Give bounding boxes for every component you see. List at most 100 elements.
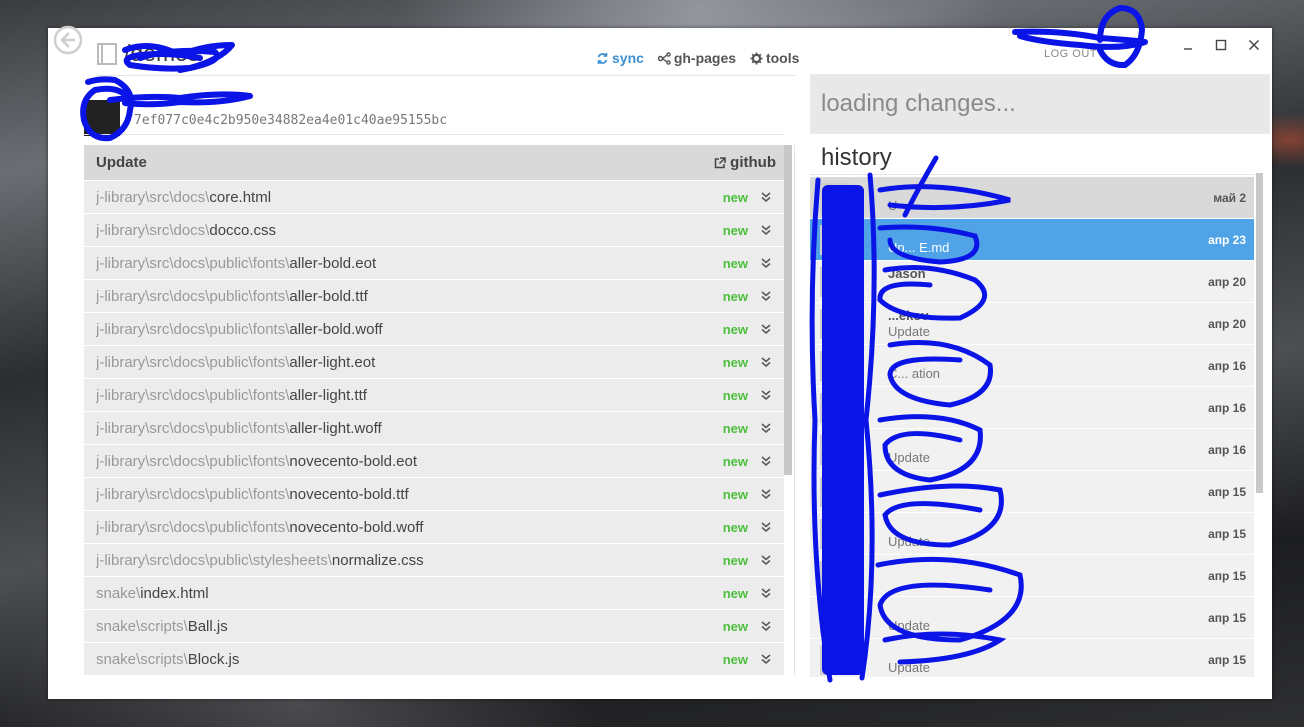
author-avatar	[820, 645, 850, 675]
file-path: j-library\src\docs\public\fonts\aller-li…	[96, 354, 716, 371]
history-item[interactable]: Update апр 15	[810, 639, 1254, 677]
history-item[interactable]: ...ekov Update апр 20	[810, 303, 1254, 344]
chevron-down-icon[interactable]	[760, 587, 772, 599]
history-date: апр 15	[1208, 653, 1246, 667]
chevron-down-icon[interactable]	[760, 290, 772, 302]
file-row[interactable]: snake\scripts\Ball.js new	[84, 610, 784, 642]
file-path: j-library\src\docs\public\fonts\novecent…	[96, 486, 716, 503]
file-row[interactable]: j-library\src\docs\public\fonts\aller-li…	[84, 346, 784, 378]
file-status-badge: new	[722, 585, 748, 601]
history-item[interactable]: Update апр 16	[810, 429, 1254, 470]
file-row[interactable]: j-library\src\docs\public\fonts\novecent…	[84, 478, 784, 510]
file-path: snake\index.html	[96, 585, 716, 602]
chevron-down-icon[interactable]	[760, 191, 772, 203]
chevron-down-icon[interactable]	[760, 389, 772, 401]
chevron-down-icon[interactable]	[760, 422, 772, 434]
file-row[interactable]: j-library\src\docs\public\stylesheets\no…	[84, 544, 784, 576]
file-name: novecento-bold.ttf	[289, 485, 409, 503]
file-path: j-library\src\docs\public\fonts\aller-bo…	[96, 321, 716, 338]
author-avatar	[820, 393, 850, 423]
file-dir: j-library\src\docs\public\fonts\	[96, 419, 290, 437]
file-status-badge: new	[722, 453, 748, 469]
author-avatar	[820, 603, 850, 633]
branch-icon	[657, 51, 671, 65]
chevron-down-icon[interactable]	[760, 323, 772, 335]
history-divider	[810, 174, 1255, 175]
chevron-down-icon[interactable]	[760, 356, 772, 368]
back-arrow-icon[interactable]	[53, 25, 83, 55]
file-row[interactable]: j-library\src\docs\docco.css new	[84, 214, 784, 246]
history-date: апр 23	[1208, 233, 1246, 247]
history-author: ...ekov	[888, 308, 929, 323]
close-icon[interactable]	[1247, 38, 1261, 52]
maximize-icon[interactable]	[1214, 38, 1228, 52]
author-avatar	[820, 477, 850, 507]
file-path: snake\scripts\Ball.js	[96, 618, 716, 635]
minimize-icon[interactable]	[1181, 38, 1195, 52]
history-author: Jason	[888, 266, 926, 281]
file-row[interactable]: j-library\src\docs\public\fonts\aller-bo…	[84, 313, 784, 345]
file-path: j-library\src\docs\public\fonts\novecent…	[96, 519, 716, 536]
chevron-down-icon[interactable]	[760, 620, 772, 632]
gear-icon	[750, 52, 763, 64]
tools-link[interactable]: tools	[750, 50, 799, 66]
history-item[interactable]: апр 15	[810, 555, 1254, 596]
file-row[interactable]: snake\index.html new	[84, 577, 784, 609]
chevron-down-icon[interactable]	[760, 521, 772, 533]
tools-label: tools	[765, 50, 800, 66]
file-row[interactable]: j-library\src\docs\public\fonts\aller-bo…	[84, 247, 784, 279]
file-status-badge: new	[722, 519, 748, 535]
chevron-down-icon[interactable]	[760, 554, 772, 566]
external-link-icon	[714, 156, 726, 168]
file-path: snake\scripts\Block.js	[96, 651, 716, 668]
chevron-down-icon[interactable]	[760, 224, 772, 236]
history-scrollbar[interactable]	[1256, 173, 1263, 493]
file-dir: snake\scripts\	[96, 650, 188, 668]
commit-avatar	[84, 100, 120, 136]
file-name: aller-light.woff	[289, 419, 382, 437]
author-avatar	[820, 561, 850, 591]
history-item[interactable]: Update апр 15	[810, 513, 1254, 554]
file-dir: j-library\src\docs\	[96, 221, 210, 239]
file-row[interactable]: j-library\src\docs\core.html new	[84, 181, 784, 213]
repo-icon	[97, 43, 117, 65]
file-row[interactable]: j-library\src\docs\public\fonts\novecent…	[84, 445, 784, 477]
history-item[interactable]: апр 16	[810, 387, 1254, 428]
history-item[interactable]: C... ation апр 16	[810, 345, 1254, 386]
history-message: Update	[888, 534, 930, 549]
file-row[interactable]: j-library\src\docs\public\fonts\aller-li…	[84, 379, 784, 411]
history-message: Update	[888, 660, 930, 675]
history-item[interactable]: Up... E.md апр 23	[810, 219, 1254, 260]
chevron-down-icon[interactable]	[760, 488, 772, 500]
github-link[interactable]: github	[714, 154, 776, 171]
commit-divider	[84, 134, 784, 135]
loading-changes-text: loading changes...	[821, 90, 1016, 117]
sync-label: sync	[612, 50, 644, 66]
file-row[interactable]: j-library\src\docs\public\fonts\aller-bo…	[84, 280, 784, 312]
history-date: апр 20	[1208, 317, 1246, 331]
file-name: docco.css	[209, 221, 277, 239]
history-item[interactable]: Update апр 15	[810, 597, 1254, 638]
chevron-down-icon[interactable]	[760, 653, 772, 665]
logout-link[interactable]: LOG OUT	[1044, 48, 1097, 60]
file-name: aller-light.ttf	[289, 386, 367, 404]
file-dir: j-library\src\docs\public\fonts\	[96, 485, 290, 503]
file-row[interactable]: snake\scripts\Block.js new	[84, 643, 784, 675]
history-item[interactable]: Uмай 2	[810, 177, 1254, 218]
file-path: j-library\src\docs\public\fonts\aller-li…	[96, 420, 716, 437]
chevron-down-icon[interactable]	[760, 455, 772, 467]
history-message: U	[888, 198, 898, 213]
commit-sha[interactable]: 7ef077c0e4c2b950e34882ea4e01c40ae95155bc	[134, 113, 447, 128]
chevron-down-icon[interactable]	[760, 257, 772, 269]
file-dir: j-library\src\docs\public\fonts\	[96, 518, 290, 536]
file-name: aller-bold.eot	[289, 254, 377, 272]
file-row[interactable]: j-library\src\docs\public\fonts\novecent…	[84, 511, 784, 543]
file-name: aller-bold.woff	[289, 320, 383, 338]
changes-panel: loading changes...	[810, 74, 1270, 134]
history-item[interactable]: апр 15	[810, 471, 1254, 512]
history-item[interactable]: Jason апр 20	[810, 261, 1254, 302]
files-scrollbar[interactable]	[784, 145, 792, 475]
file-row[interactable]: j-library\src\docs\public\fonts\aller-li…	[84, 412, 784, 444]
gh-pages-link[interactable]: gh-pages	[657, 50, 736, 66]
sync-link[interactable]: sync	[596, 50, 644, 66]
